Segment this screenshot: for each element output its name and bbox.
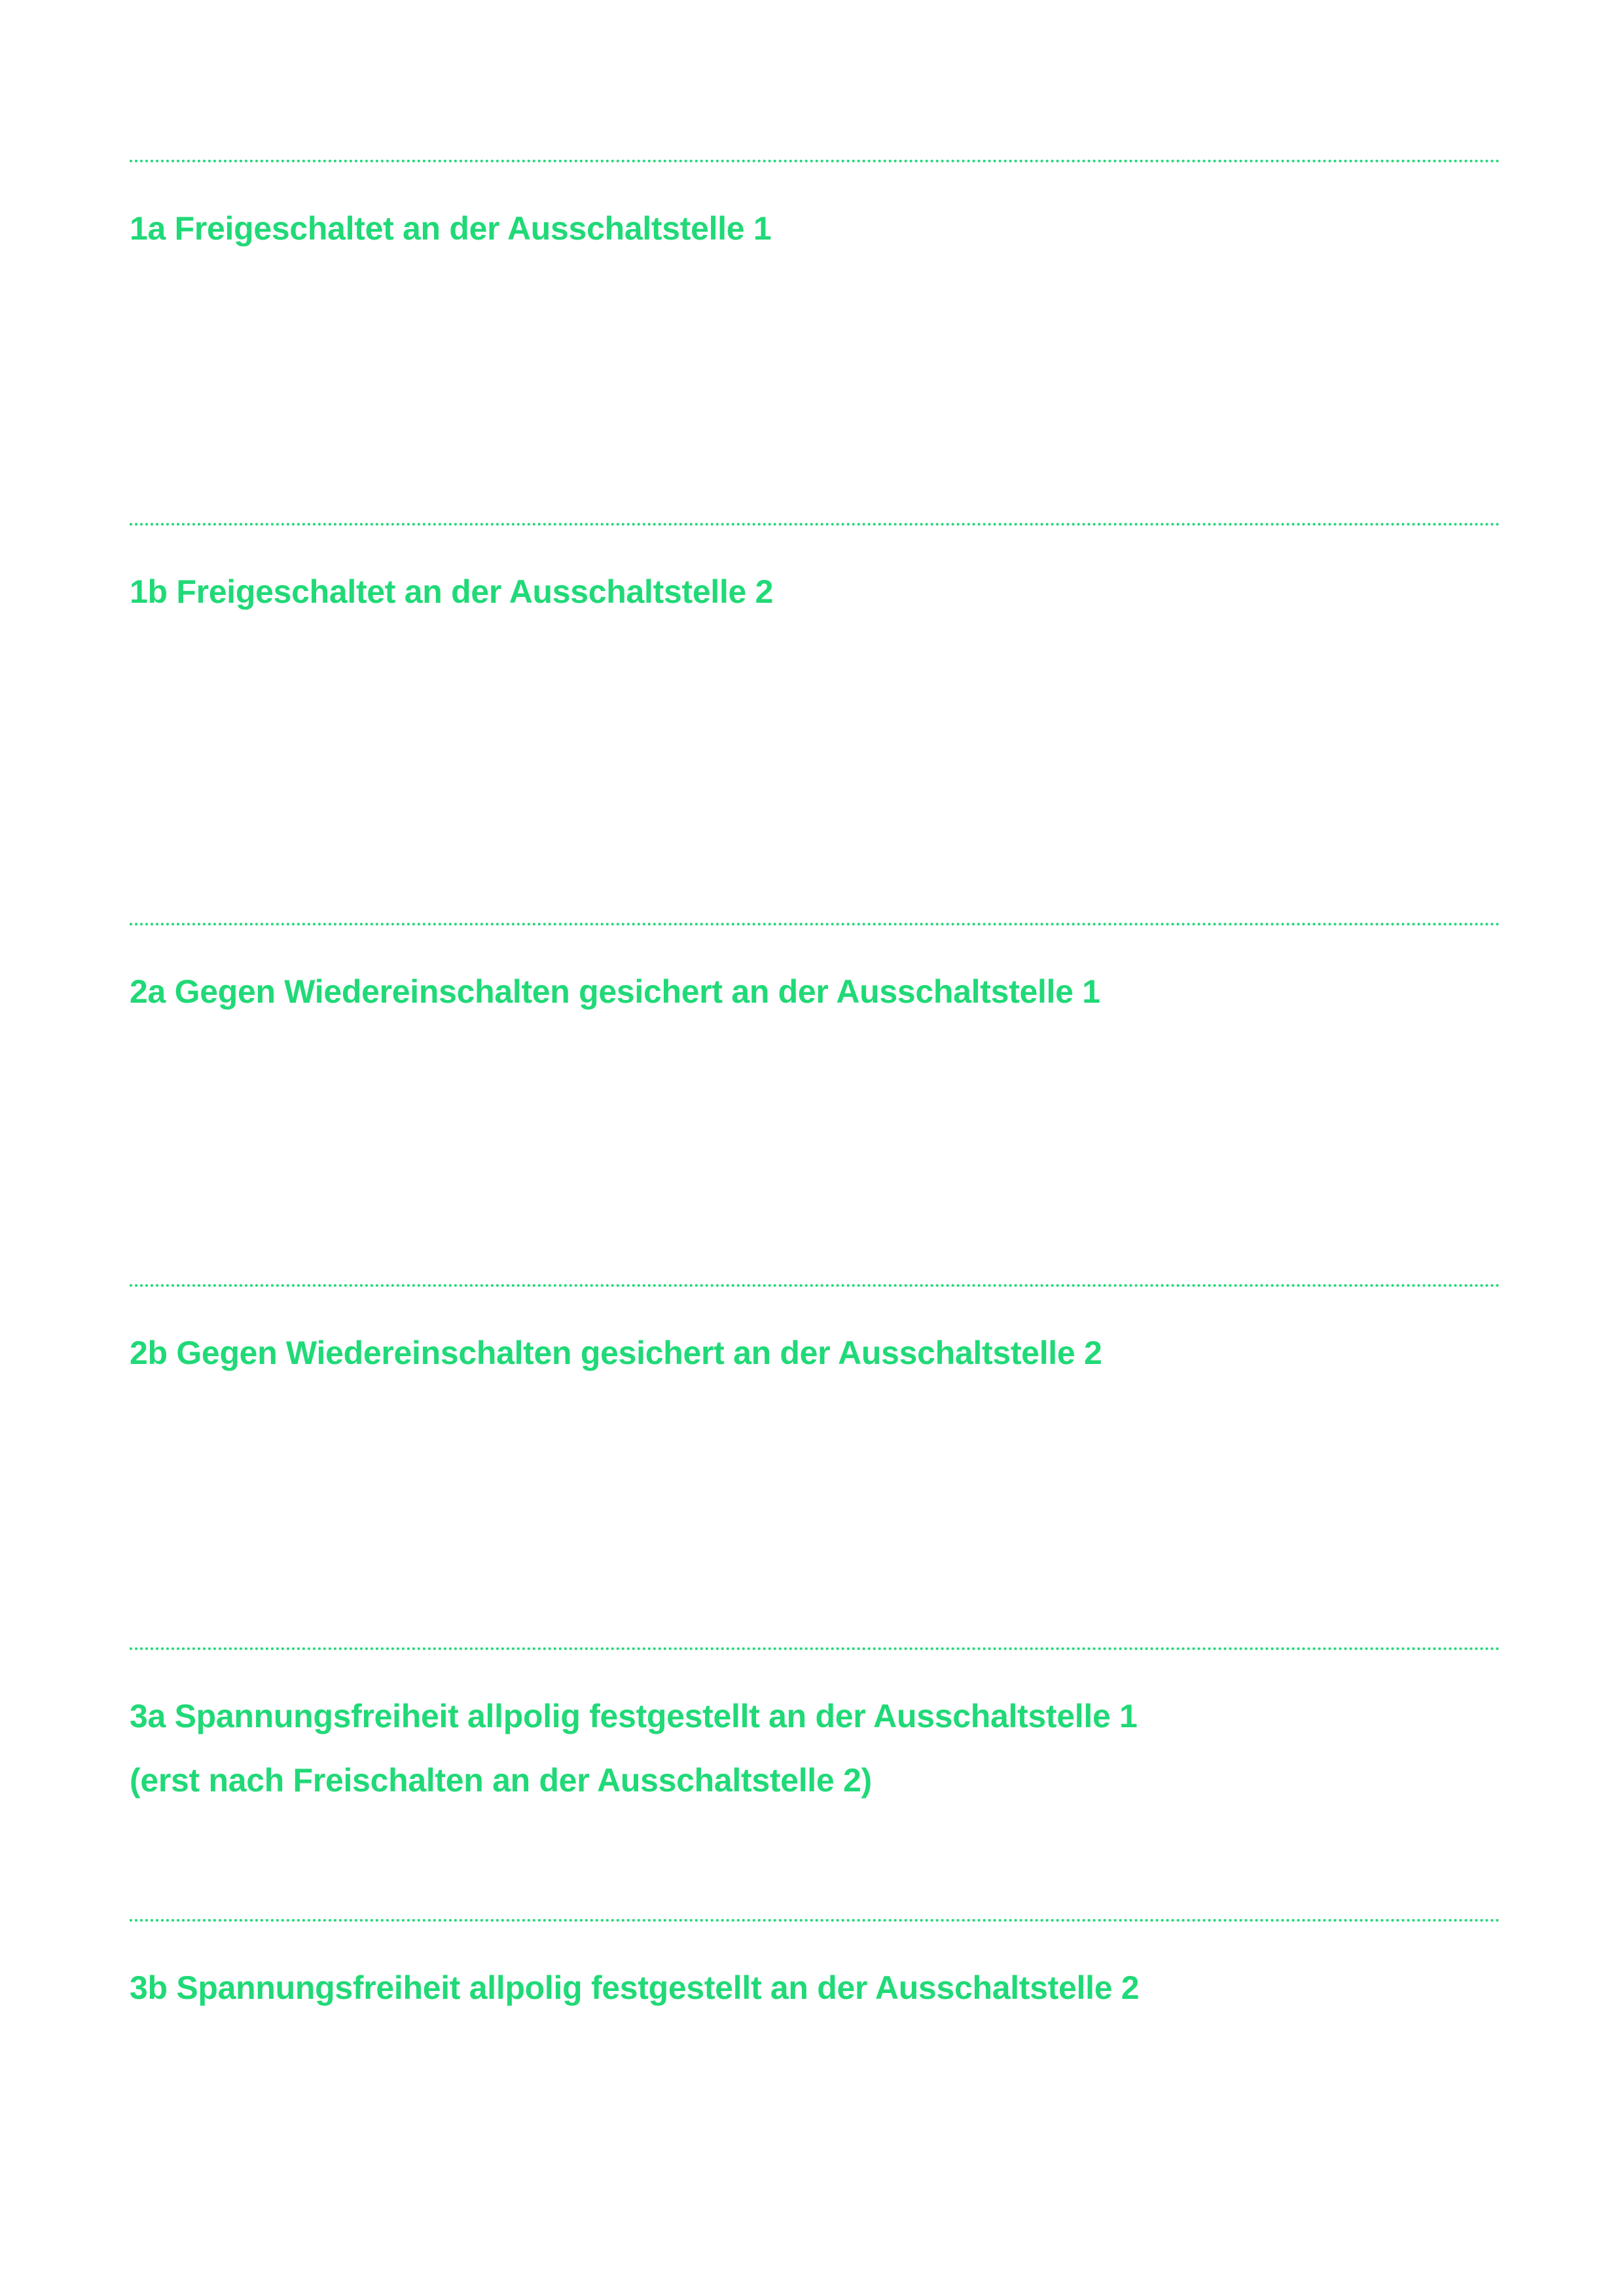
checklist-section-3a: 3a Spannungsfreiheit allpolig festgestel… xyxy=(130,1647,1500,1812)
heading-line: 2b Gegen Wiedereinschalten gesichert an … xyxy=(130,1335,1102,1371)
heading-line: 3a Spannungsfreiheit allpolig festgestel… xyxy=(130,1698,1138,1734)
section-heading: 3a Spannungsfreiheit allpolig festgestel… xyxy=(130,1650,1500,1812)
checklist-section-3b: 3b Spannungsfreiheit allpolig festgestel… xyxy=(130,1919,1500,2020)
section-heading: 2b Gegen Wiedereinschalten gesichert an … xyxy=(130,1287,1500,1385)
heading-note-line: (erst nach Freischalten an der Ausschalt… xyxy=(130,1762,872,1799)
checklist-section-1a: 1a Freigeschaltet an der Ausschaltstelle… xyxy=(130,160,1500,260)
section-heading: 3b Spannungsfreiheit allpolig festgestel… xyxy=(130,1922,1500,2020)
heading-line: 3b Spannungsfreiheit allpolig festgestel… xyxy=(130,1969,1140,2006)
section-heading: 2a Gegen Wiedereinschalten gesichert an … xyxy=(130,925,1500,1024)
checklist-section-2a: 2a Gegen Wiedereinschalten gesichert an … xyxy=(130,923,1500,1024)
section-heading: 1b Freigeschaltet an der Ausschaltstelle… xyxy=(130,526,1500,624)
heading-line: 1a Freigeschaltet an der Ausschaltstelle… xyxy=(130,210,772,247)
heading-line: 2a Gegen Wiedereinschalten gesichert an … xyxy=(130,973,1100,1010)
section-heading: 1a Freigeschaltet an der Ausschaltstelle… xyxy=(130,162,1500,260)
heading-line: 1b Freigeschaltet an der Ausschaltstelle… xyxy=(130,573,774,610)
checklist-section-2b: 2b Gegen Wiedereinschalten gesichert an … xyxy=(130,1284,1500,1385)
checklist-section-1b: 1b Freigeschaltet an der Ausschaltstelle… xyxy=(130,523,1500,624)
